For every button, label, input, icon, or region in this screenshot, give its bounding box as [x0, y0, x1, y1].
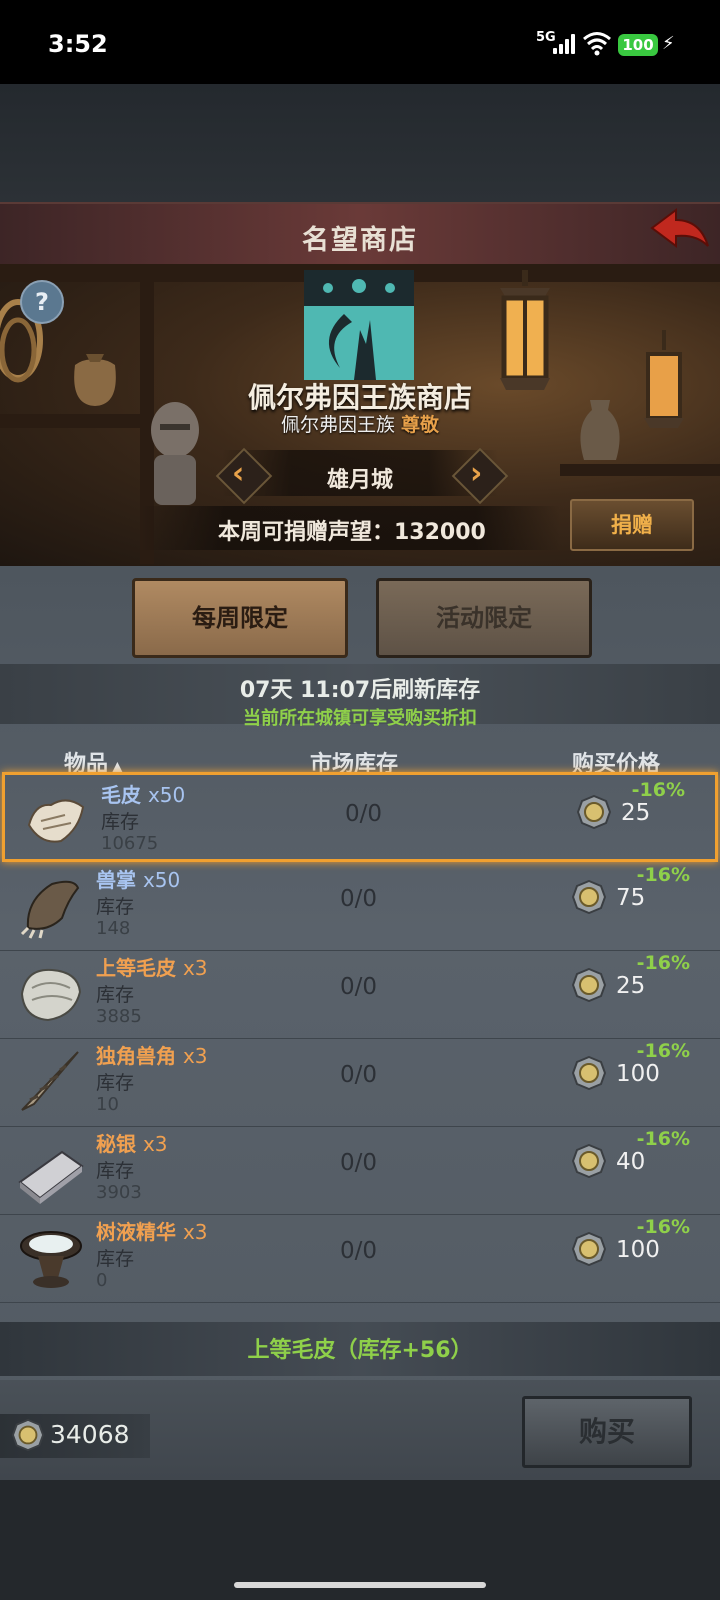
donate-reputation-label: 本周可捐赠声望：132000	[218, 520, 486, 545]
inventory-label: 库存	[96, 896, 135, 918]
inventory-count: 10675	[101, 833, 159, 854]
inventory-count: 10	[96, 1094, 119, 1115]
inventory-label: 库存	[96, 1248, 135, 1270]
sap-essence-icon	[20, 1231, 82, 1288]
item-price: 25	[621, 800, 651, 826]
city-name: 雄月城	[326, 468, 393, 493]
inventory-count: 0	[96, 1270, 108, 1291]
item-name: 上等毛皮 x3	[96, 956, 208, 980]
coin-icon	[572, 1144, 606, 1178]
discount-badge: -16%	[636, 952, 690, 974]
status-time: 3:52	[48, 30, 108, 58]
inventory-label: 库存	[96, 984, 135, 1006]
faction-name: 佩尔弗因王族	[280, 414, 395, 436]
market-stock: 0/0	[340, 1238, 378, 1264]
item-price: 100	[616, 1061, 660, 1087]
help-icon[interactable]: ?	[20, 280, 64, 324]
item-row[interactable]: 秘银 x3 库存 3903 0/0 40 -16%	[0, 1124, 720, 1215]
inventory-count: 3885	[96, 1006, 142, 1027]
item-name: 毛皮 x50	[101, 783, 186, 807]
inventory-label: 库存	[101, 811, 140, 833]
market-stock: 0/0	[340, 886, 378, 912]
item-name: 树液精华 x3	[96, 1220, 208, 1244]
mithril-ingot-icon	[18, 1150, 84, 1204]
tab-event-limited[interactable]: 活动限定	[376, 578, 592, 658]
coin-icon	[577, 795, 611, 829]
charging-icon: ⚡	[662, 33, 675, 54]
page-title: 名望商店	[302, 225, 418, 256]
market-stock: 0/0	[340, 1150, 378, 1176]
item-price: 40	[616, 1149, 646, 1175]
item-name: 兽掌 x50	[96, 868, 181, 892]
item-row[interactable]: 树液精华 x3 库存 0 0/0 100 -16%	[0, 1212, 720, 1303]
item-row[interactable]: 独角兽角 x3 库存 10 0/0 100 -16%	[0, 1036, 720, 1127]
item-price: 75	[616, 885, 646, 911]
item-row[interactable]: 毛皮 x50 库存 10675 0/0 25 -16%	[2, 772, 718, 862]
title-bar: 名望商店	[0, 202, 720, 266]
item-row[interactable]: 上等毛皮 x3 库存 3885 0/0 25 -16%	[0, 948, 720, 1039]
battery-indicator: 100	[618, 34, 658, 56]
faction-emblem-icon	[304, 270, 414, 380]
item-price: 100	[616, 1237, 660, 1263]
discount-badge: -16%	[636, 864, 690, 886]
coin-icon	[572, 1056, 606, 1090]
stock-notice: 上等毛皮（库存+56）	[247, 1338, 473, 1363]
unicorn-horn-icon	[21, 1051, 79, 1111]
item-name: 独角兽角 x3	[96, 1044, 208, 1068]
market-stock: 0/0	[340, 974, 378, 1000]
inventory-count: 3903	[96, 1182, 142, 1203]
discount-badge: -16%	[636, 1216, 690, 1238]
back-arrow-icon[interactable]	[648, 206, 712, 256]
inventory-count: 148	[96, 918, 131, 939]
wifi-icon	[583, 32, 611, 56]
refresh-timer: 07天 11:07后刷新库存	[239, 678, 481, 703]
inventory-label: 库存	[96, 1072, 135, 1094]
discount-badge: -16%	[636, 1040, 690, 1062]
coin-icon	[572, 880, 606, 914]
fine-fur-icon	[20, 968, 82, 1022]
item-price: 25	[616, 973, 646, 999]
tab-weekly-limited[interactable]: 每周限定	[132, 578, 348, 658]
market-stock: 0/0	[340, 1062, 378, 1088]
signal-icon	[553, 34, 579, 54]
reputation-level: 尊敬	[401, 414, 440, 436]
faction-info: 佩尔弗因王族 尊敬	[0, 410, 720, 437]
coin-icon	[12, 1419, 44, 1451]
item-row[interactable]: 兽掌 x50 库存 148 0/0 75 -16%	[0, 860, 720, 951]
discount-badge: -16%	[636, 1128, 690, 1150]
coin-icon	[572, 968, 606, 1002]
discount-badge: -16%	[631, 779, 685, 801]
item-name: 秘银 x3	[96, 1132, 168, 1156]
coin-icon	[572, 1232, 606, 1266]
status-bar	[0, 0, 720, 84]
discount-note: 当前所在城镇可享受购买折扣	[243, 708, 477, 729]
buy-button[interactable]: 购买	[522, 1396, 692, 1468]
inventory-label: 库存	[96, 1160, 135, 1182]
beast-paw-icon	[20, 880, 80, 939]
top-background	[0, 84, 720, 202]
donate-button[interactable]: 捐赠	[570, 499, 694, 551]
fur-icon	[27, 799, 85, 843]
money-amount: 34068	[50, 1420, 130, 1449]
market-stock: 0/0	[345, 801, 383, 827]
home-indicator[interactable]	[234, 1582, 486, 1588]
